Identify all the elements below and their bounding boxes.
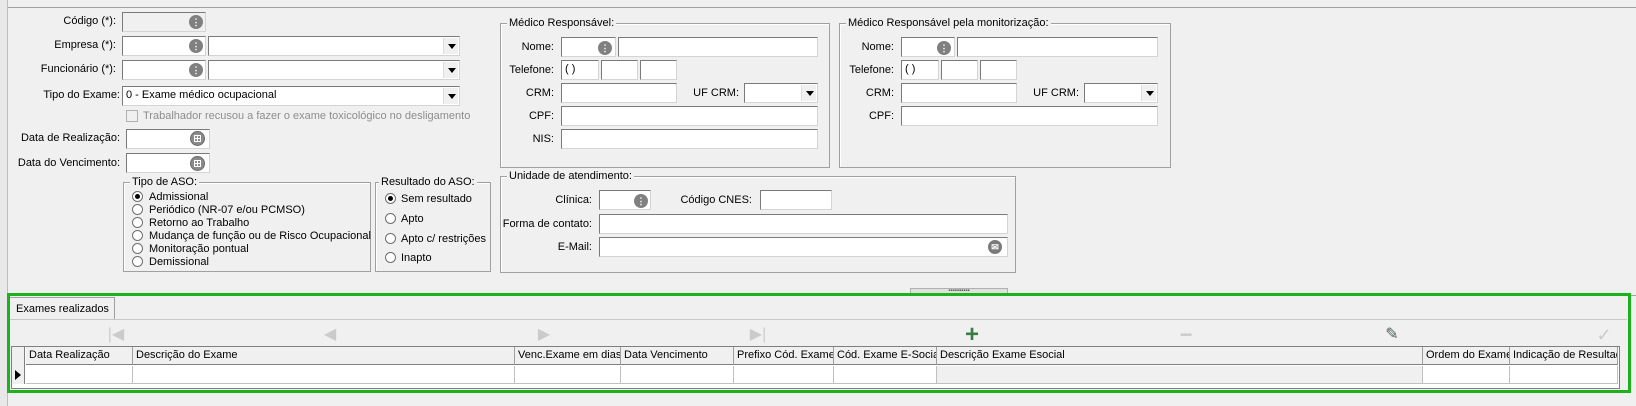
tipo-aso-radio-1[interactable] <box>132 204 143 215</box>
medico-lookup-icon[interactable]: ⋮ <box>598 41 612 55</box>
monit-crm-label: CRM: <box>865 87 894 99</box>
codigo-cnes-input[interactable] <box>760 190 832 210</box>
email-input[interactable] <box>599 237 1008 257</box>
mail-icon[interactable]: ✉ <box>988 240 1002 254</box>
tipo-aso-radio-0[interactable] <box>132 191 143 202</box>
chevron-down-icon[interactable] <box>801 85 816 101</box>
medico-ddd-input[interactable]: ( ) <box>561 60 599 80</box>
medico-tel-part2[interactable] <box>640 60 677 80</box>
monit-lookup-icon[interactable]: ⋮ <box>937 41 951 55</box>
tipo-aso-title: Tipo de ASO: <box>130 175 200 189</box>
chevron-down-icon[interactable] <box>443 38 458 54</box>
codigo-label: Código (*): <box>63 15 116 27</box>
medico-crm-input[interactable] <box>561 83 677 103</box>
resultado-option: Apto c/ restrições <box>401 233 486 245</box>
medico-crm-label: CRM: <box>525 87 554 99</box>
medico-nis-input[interactable] <box>561 129 818 149</box>
monit-tel-part2[interactable] <box>980 60 1017 80</box>
clinica-label: Clínica: <box>555 194 592 206</box>
medico-monitorizacao-title: Médico Responsável pela monitorização: <box>846 16 1051 30</box>
recusou-checkbox[interactable] <box>126 110 138 122</box>
clinica-lookup-icon[interactable]: ⋮ <box>634 194 648 208</box>
codigo-lookup-icon[interactable]: ⋮ <box>189 15 203 29</box>
monit-tel-part1[interactable] <box>941 60 978 80</box>
tipo-aso-radio-2[interactable] <box>132 217 143 228</box>
monit-nome-input[interactable] <box>957 37 1158 57</box>
forma-contato-label: Forma de contato: <box>502 218 592 230</box>
funcionario-lookup-icon[interactable]: ⋮ <box>189 63 203 77</box>
top-divider <box>8 7 1636 8</box>
resultado-option: Sem resultado <box>401 193 472 205</box>
chevron-down-icon[interactable] <box>443 62 458 78</box>
empresa-select[interactable] <box>208 36 460 56</box>
monit-uf-crm-label: UF CRM: <box>1033 87 1079 99</box>
resultado-radio-0[interactable] <box>385 193 396 204</box>
tipo-aso-radio-4[interactable] <box>132 243 143 254</box>
data-realizacao-label: Data de Realização: <box>20 132 120 144</box>
highlight-frame <box>7 293 1631 393</box>
tipo-exame-label: Tipo do Exame: <box>43 89 120 101</box>
medico-cpf-input[interactable] <box>561 106 818 126</box>
resultado-radio-2[interactable] <box>385 233 396 244</box>
tipo-aso-option: Monitoração pontual <box>149 243 249 255</box>
resultado-option: Apto <box>401 213 424 225</box>
monit-crm-input[interactable] <box>901 83 1017 103</box>
empresa-label: Empresa (*): <box>54 39 116 51</box>
unidade-title: Unidade de atendimento: <box>507 169 634 183</box>
phone-mask: ( ) <box>905 63 916 75</box>
medico-nome-input[interactable] <box>618 37 818 57</box>
monit-cpf-input[interactable] <box>901 106 1158 126</box>
medico-telefone-label: Telefone: <box>509 64 554 76</box>
empresa-lookup-icon[interactable]: ⋮ <box>189 39 203 53</box>
medico-uf-crm-select[interactable] <box>744 83 818 103</box>
medico-responsavel-title: Médico Responsável: <box>507 16 617 30</box>
tipo-aso-option: Retorno ao Trabalho <box>149 217 250 229</box>
chevron-down-icon[interactable] <box>1141 85 1156 101</box>
monit-ddd-input[interactable]: ( ) <box>901 60 939 80</box>
tipo-exame-value: 0 - Exame médico ocupacional <box>126 89 277 101</box>
resultado-radio-3[interactable] <box>385 252 396 263</box>
calendar-icon[interactable] <box>190 131 205 146</box>
monit-uf-crm-select[interactable] <box>1084 83 1158 103</box>
calendar-icon[interactable] <box>190 156 205 171</box>
phone-mask: ( ) <box>565 63 576 75</box>
monit-nome-label: Nome: <box>861 41 894 53</box>
funcionario-select[interactable] <box>208 60 460 80</box>
tipo-exame-select[interactable]: 0 - Exame médico ocupacional <box>122 86 460 106</box>
resultado-aso-title: Resultado do ASO: <box>379 175 477 189</box>
funcionario-label: Funcionário (*): <box>40 63 116 75</box>
data-vencimento-label: Data do Vencimento: <box>17 157 120 169</box>
medico-nis-label: NIS: <box>532 133 554 145</box>
tipo-aso-option: Mudança de função ou de Risco Ocupaciona… <box>149 230 371 242</box>
tipo-aso-option: Periódico (NR-07 e/ou PCMSO) <box>149 204 305 216</box>
tipo-aso-option: Demissional <box>149 256 209 268</box>
monit-telefone-label: Telefone: <box>849 64 894 76</box>
medico-cpf-label: CPF: <box>528 110 554 122</box>
chevron-down-icon[interactable] <box>443 88 458 104</box>
monit-cpf-label: CPF: <box>868 110 894 122</box>
tipo-aso-radio-3[interactable] <box>132 230 143 241</box>
resultado-option: Inapto <box>401 252 432 264</box>
medico-uf-crm-label: UF CRM: <box>693 87 739 99</box>
resultado-radio-1[interactable] <box>385 213 396 224</box>
forma-contato-input[interactable] <box>599 214 1008 234</box>
tipo-aso-radio-5[interactable] <box>132 256 143 267</box>
recusou-label: Trabalhador recusou a fazer o exame toxi… <box>143 110 471 122</box>
tipo-aso-option: Admissional <box>149 191 209 203</box>
medico-nome-label: Nome: <box>521 41 554 53</box>
codigo-cnes-label: Código CNES: <box>680 194 752 206</box>
email-label: E-Mail: <box>557 241 592 253</box>
medico-tel-part1[interactable] <box>601 60 638 80</box>
